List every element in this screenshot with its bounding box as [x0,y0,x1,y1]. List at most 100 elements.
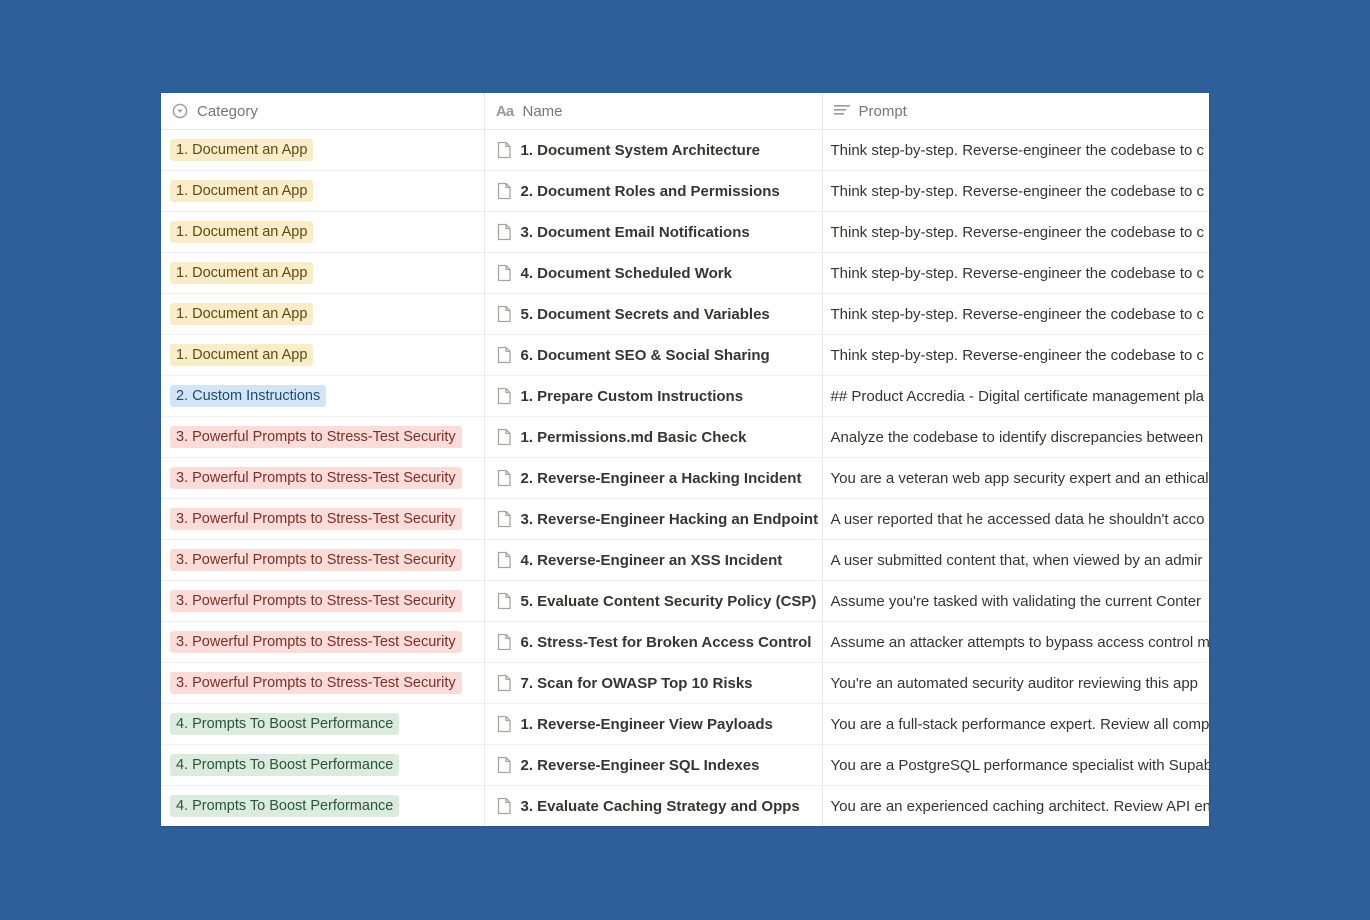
table-row[interactable]: 3. Powerful Prompts to Stress-Test Secur… [161,621,1209,663]
category-cell[interactable]: 1. Document an App [161,252,484,294]
category-tag[interactable]: 2. Custom Instructions [170,385,327,407]
prompt-cell[interactable]: Think step-by-step. Reverse-engineer the… [821,293,1209,335]
prompt-cell[interactable]: Think step-by-step. Reverse-engineer the… [821,211,1209,253]
table-row[interactable]: 3. Powerful Prompts to Stress-Test Secur… [161,498,1209,540]
category-cell[interactable]: 3. Powerful Prompts to Stress-Test Secur… [161,662,484,704]
table-row[interactable]: 1. Document an App 6. Document SEO & Soc… [161,334,1209,376]
table-row[interactable]: 1. Document an App 5. Document Secrets a… [161,293,1209,335]
name-cell[interactable]: 1. Reverse-Engineer View Payloads [483,703,822,745]
name-cell[interactable]: 2. Document Roles and Permissions [483,170,822,212]
category-tag[interactable]: 4. Prompts To Boost Performance [170,795,400,817]
prompt-cell[interactable]: Think step-by-step. Reverse-engineer the… [821,170,1209,212]
name-cell[interactable]: 6. Stress-Test for Broken Access Control [483,621,822,663]
category-cell[interactable]: 3. Powerful Prompts to Stress-Test Secur… [161,416,484,458]
page-title-link[interactable]: 2. Reverse-Engineer a Hacking Incident [521,470,802,487]
category-tag[interactable]: 3. Powerful Prompts to Stress-Test Secur… [170,426,462,448]
prompt-cell[interactable]: Assume an attacker attempts to bypass ac… [821,621,1209,663]
page-title-link[interactable]: 1. Reverse-Engineer View Payloads [521,716,773,733]
name-cell[interactable]: 1. Prepare Custom Instructions [483,375,822,417]
name-cell[interactable]: 5. Document Secrets and Variables [483,293,822,335]
page-title-link[interactable]: 1. Prepare Custom Instructions [521,388,744,405]
category-cell[interactable]: 1. Document an App [161,129,484,171]
category-tag[interactable]: 4. Prompts To Boost Performance [170,754,400,776]
category-tag[interactable]: 1. Document an App [170,221,314,243]
category-cell[interactable]: 3. Powerful Prompts to Stress-Test Secur… [161,621,484,663]
name-cell[interactable]: 3. Document Email Notifications [483,211,822,253]
category-cell[interactable]: 1. Document an App [161,211,484,253]
name-cell[interactable]: 7. Scan for OWASP Top 10 Risks [483,662,822,704]
category-tag[interactable]: 1. Document an App [170,139,314,161]
name-cell[interactable]: 1. Document System Architecture [483,129,822,171]
category-tag[interactable]: 3. Powerful Prompts to Stress-Test Secur… [170,467,462,489]
prompt-cell[interactable]: Analyze the codebase to identify discrep… [821,416,1209,458]
table-row[interactable]: 4. Prompts To Boost Performance 2. Rever… [161,744,1209,786]
category-cell[interactable]: 3. Powerful Prompts to Stress-Test Secur… [161,498,484,540]
table-row[interactable]: 3. Powerful Prompts to Stress-Test Secur… [161,457,1209,499]
page-title-link[interactable]: 1. Document System Architecture [521,142,761,159]
prompt-cell[interactable]: You are a PostgreSQL performance special… [821,744,1209,786]
name-cell[interactable]: 4. Reverse-Engineer an XSS Incident [483,539,822,581]
table-row[interactable]: 3. Powerful Prompts to Stress-Test Secur… [161,539,1209,581]
name-cell[interactable]: 5. Evaluate Content Security Policy (CSP… [483,580,822,622]
page-title-link[interactable]: 6. Stress-Test for Broken Access Control [521,634,812,651]
page-title-link[interactable]: 1. Permissions.md Basic Check [521,429,747,446]
prompt-cell[interactable]: Assume you're tasked with validating the… [821,580,1209,622]
name-cell[interactable]: 4. Document Scheduled Work [483,252,822,294]
prompt-cell[interactable]: You're an automated security auditor rev… [821,662,1209,704]
table-row[interactable]: 3. Powerful Prompts to Stress-Test Secur… [161,580,1209,622]
category-cell[interactable]: 3. Powerful Prompts to Stress-Test Secur… [161,539,484,581]
category-cell[interactable]: 4. Prompts To Boost Performance [161,703,484,745]
name-cell[interactable]: 2. Reverse-Engineer SQL Indexes [483,744,822,786]
category-cell[interactable]: 2. Custom Instructions [161,375,484,417]
category-tag[interactable]: 1. Document an App [170,344,314,366]
table-row[interactable]: 2. Custom Instructions 1. Prepare Custom… [161,375,1209,417]
category-cell[interactable]: 3. Powerful Prompts to Stress-Test Secur… [161,457,484,499]
category-tag[interactable]: 1. Document an App [170,303,314,325]
page-title-link[interactable]: 3. Evaluate Caching Strategy and Opps [521,798,800,815]
page-title-link[interactable]: 4. Document Scheduled Work [521,265,732,282]
prompt-cell[interactable]: Think step-by-step. Reverse-engineer the… [821,129,1209,171]
table-row[interactable]: 1. Document an App 3. Document Email Not… [161,211,1209,253]
table-row[interactable]: 4. Prompts To Boost Performance 3. Evalu… [161,785,1209,826]
page-title-link[interactable]: 5. Evaluate Content Security Policy (CSP… [521,593,817,610]
column-header-name[interactable]: Aa Name [483,93,822,130]
page-title-link[interactable]: 2. Reverse-Engineer SQL Indexes [521,757,760,774]
table-row[interactable]: 1. Document an App 4. Document Scheduled… [161,252,1209,294]
prompt-cell[interactable]: A user reported that he accessed data he… [821,498,1209,540]
name-cell[interactable]: 6. Document SEO & Social Sharing [483,334,822,376]
page-title-link[interactable]: 7. Scan for OWASP Top 10 Risks [521,675,753,692]
category-tag[interactable]: 1. Document an App [170,180,314,202]
page-title-link[interactable]: 3. Document Email Notifications [521,224,750,241]
prompt-cell[interactable]: You are an experienced caching architect… [821,785,1209,826]
prompt-cell[interactable]: A user submitted content that, when view… [821,539,1209,581]
name-cell[interactable]: 3. Reverse-Engineer Hacking an Endpoint [483,498,822,540]
column-header-prompt[interactable]: Prompt [821,93,1209,130]
page-title-link[interactable]: 2. Document Roles and Permissions [521,183,780,200]
prompt-cell[interactable]: You are a veteran web app security exper… [821,457,1209,499]
category-cell[interactable]: 1. Document an App [161,170,484,212]
column-header-category[interactable]: Category [161,93,484,130]
category-tag[interactable]: 3. Powerful Prompts to Stress-Test Secur… [170,549,462,571]
category-tag[interactable]: 4. Prompts To Boost Performance [170,713,400,735]
prompt-cell[interactable]: You are a full-stack performance expert.… [821,703,1209,745]
prompt-cell[interactable]: Think step-by-step. Reverse-engineer the… [821,334,1209,376]
table-row[interactable]: 1. Document an App 1. Document System Ar… [161,129,1209,171]
name-cell[interactable]: 3. Evaluate Caching Strategy and Opps [483,785,822,826]
category-cell[interactable]: 4. Prompts To Boost Performance [161,744,484,786]
table-row[interactable]: 3. Powerful Prompts to Stress-Test Secur… [161,662,1209,704]
table-row[interactable]: 4. Prompts To Boost Performance 1. Rever… [161,703,1209,745]
category-cell[interactable]: 4. Prompts To Boost Performance [161,785,484,826]
category-tag[interactable]: 3. Powerful Prompts to Stress-Test Secur… [170,631,462,653]
category-cell[interactable]: 1. Document an App [161,293,484,335]
category-tag[interactable]: 3. Powerful Prompts to Stress-Test Secur… [170,672,462,694]
name-cell[interactable]: 2. Reverse-Engineer a Hacking Incident [483,457,822,499]
category-tag[interactable]: 3. Powerful Prompts to Stress-Test Secur… [170,508,462,530]
page-title-link[interactable]: 3. Reverse-Engineer Hacking an Endpoint [521,511,819,528]
table-row[interactable]: 1. Document an App 2. Document Roles and… [161,170,1209,212]
category-tag[interactable]: 3. Powerful Prompts to Stress-Test Secur… [170,590,462,612]
page-title-link[interactable]: 6. Document SEO & Social Sharing [521,347,770,364]
category-cell[interactable]: 1. Document an App [161,334,484,376]
page-title-link[interactable]: 4. Reverse-Engineer an XSS Incident [521,552,783,569]
name-cell[interactable]: 1. Permissions.md Basic Check [483,416,822,458]
category-tag[interactable]: 1. Document an App [170,262,314,284]
